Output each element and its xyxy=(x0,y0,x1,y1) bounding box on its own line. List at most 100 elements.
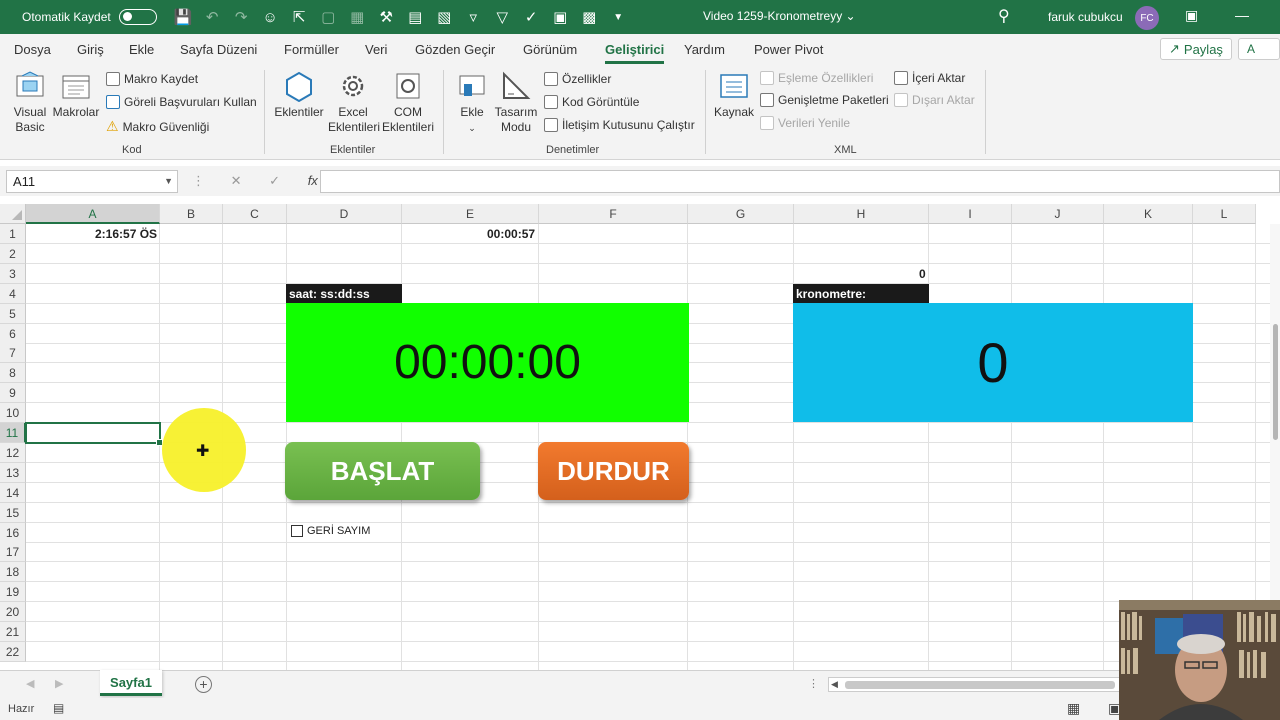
horizontal-scrollbar[interactable]: ◀ xyxy=(828,677,1120,692)
disari-aktar-button[interactable]: Dışarı Aktar xyxy=(894,93,975,107)
stop-button[interactable]: DURDUR xyxy=(538,442,689,500)
row-header-19[interactable]: 19 xyxy=(0,582,26,603)
format-painter-icon[interactable]: ✓ xyxy=(519,6,544,28)
row-header-21[interactable]: 21 xyxy=(0,622,26,642)
enter-icon[interactable]: ✓ xyxy=(269,173,280,188)
tab-gorunum[interactable]: Görünüm xyxy=(523,42,577,57)
worksheet-grid[interactable]: ABCDEFGHIJKL 1 2 3 4 5 6 7 8 9 10 11 12 13 14 15 16 17 18… xyxy=(0,204,1280,670)
column-header-k[interactable]: K xyxy=(1104,204,1193,224)
verileri-yenile-button[interactable]: Verileri Yenile xyxy=(760,116,850,130)
formula-input[interactable] xyxy=(320,170,1280,193)
row-header-1[interactable]: 1 xyxy=(0,224,26,244)
cell-a1[interactable]: 2:16:57 ÖS xyxy=(95,227,157,241)
function-icon[interactable]: fx xyxy=(308,173,318,188)
row-header-10[interactable]: 10 xyxy=(0,403,26,424)
filter-icon[interactable]: ▿ xyxy=(461,6,486,28)
share-button[interactable]: ↗ Paylaş xyxy=(1160,38,1232,60)
countdown-checkbox[interactable]: GERİ SAYIM xyxy=(291,525,370,537)
accessibility-icon[interactable]: ▤ xyxy=(53,701,64,715)
tasarim-modu-button[interactable]: Tasarım Modu xyxy=(494,70,538,135)
column-header-b[interactable]: B xyxy=(160,204,223,224)
row-header-8[interactable]: 8 xyxy=(0,363,26,384)
excel-eklentileri-button[interactable]: Excel Eklentileri xyxy=(328,70,380,135)
chevron-down-icon[interactable]: ▼ xyxy=(164,171,173,192)
picture-icon[interactable]: ▣ xyxy=(548,6,573,28)
clock-display[interactable]: 00:00:00 xyxy=(286,303,689,422)
row-header-14[interactable]: 14 xyxy=(0,482,26,503)
column-header-e[interactable]: E xyxy=(402,204,539,224)
customize-qat-icon[interactable]: ▼ xyxy=(606,6,631,28)
stopwatch-display[interactable]: 0 xyxy=(793,303,1193,422)
org-chart-icon[interactable]: ⚒ xyxy=(374,6,399,28)
add-sheet-icon[interactable]: + xyxy=(195,676,212,693)
comments-button[interactable]: A xyxy=(1238,38,1280,60)
row-header-20[interactable]: 20 xyxy=(0,602,26,623)
undo-icon[interactable]: ↶ xyxy=(200,6,225,28)
cancel-icon[interactable]: ✕ xyxy=(231,173,242,188)
iceri-aktar-button[interactable]: İçeri Aktar xyxy=(894,71,965,85)
row-header-3[interactable]: 3 xyxy=(0,263,26,284)
esleme-ozellikleri-button[interactable]: Eşleme Özellikleri xyxy=(760,71,873,85)
column-header-c[interactable]: C xyxy=(223,204,287,224)
add-sheet-icon[interactable]: ▤ xyxy=(403,6,428,28)
sheet-tab-sayfa1[interactable]: Sayfa1 xyxy=(100,670,162,696)
name-box[interactable]: A11 ▼ xyxy=(6,170,178,193)
select-objects-icon[interactable]: ⇱ xyxy=(287,6,312,28)
advanced-filter-icon[interactable]: ▽ xyxy=(490,6,515,28)
tab-dosya[interactable]: Dosya xyxy=(14,42,51,57)
genisletme-paketleri-button[interactable]: Genişletme Paketleri xyxy=(760,93,889,107)
makro-guvenligi-button[interactable]: ⚠ Makro Güvenliği xyxy=(106,118,209,135)
horizontal-scroll-thumb[interactable] xyxy=(845,681,1115,689)
kaynak-button[interactable]: Kaynak xyxy=(713,70,755,120)
active-cell-a11[interactable] xyxy=(25,422,163,446)
column-header-h[interactable]: H xyxy=(794,204,929,224)
more-options-icon[interactable]: ⋮ xyxy=(808,677,819,690)
column-header-f[interactable]: F xyxy=(539,204,688,224)
row-header-15[interactable]: 15 xyxy=(0,502,26,523)
cell-h3[interactable]: 0 xyxy=(919,267,926,281)
tab-gozden-gecir[interactable]: Gözden Geçir xyxy=(415,42,495,57)
row-header-4[interactable]: 4 xyxy=(0,283,26,304)
row-header-9[interactable]: 9 xyxy=(0,383,26,404)
tab-sayfa-duzeni[interactable]: Sayfa Düzeni xyxy=(180,42,257,57)
row-header-13[interactable]: 13 xyxy=(0,462,26,483)
start-button[interactable]: BAŞLAT xyxy=(285,442,480,500)
iletisim-kutusu-button[interactable]: İletişim Kutusunu Çalıştır xyxy=(544,118,695,132)
autosave-toggle[interactable] xyxy=(118,9,157,25)
shapes-icon[interactable]: ▢ xyxy=(316,6,341,28)
save-icon[interactable]: 💾 xyxy=(171,6,196,28)
column-header-i[interactable]: I xyxy=(929,204,1012,224)
clipboard-icon[interactable]: ▧ xyxy=(432,6,457,28)
column-header-l[interactable]: L xyxy=(1193,204,1256,224)
row-header-16[interactable]: 16 xyxy=(0,522,26,543)
calculator-icon[interactable]: ▩ xyxy=(577,6,602,28)
cell-e1[interactable]: 00:00:57 xyxy=(487,227,535,241)
tab-yardim[interactable]: Yardım xyxy=(684,42,725,57)
redo-icon[interactable]: ↷ xyxy=(229,6,254,28)
goreli-basvurular-button[interactable]: Göreli Başvuruları Kullan xyxy=(106,95,257,109)
tab-giris[interactable]: Giriş xyxy=(77,42,104,57)
scroll-left-icon[interactable]: ◀ xyxy=(831,679,838,690)
column-header-a[interactable]: A xyxy=(26,204,160,224)
user-name[interactable]: faruk cubukcu xyxy=(1048,10,1123,24)
ozellikler-button[interactable]: Özellikler xyxy=(544,72,611,86)
row-header-6[interactable]: 6 xyxy=(0,323,26,344)
row-header-17[interactable]: 17 xyxy=(0,542,26,563)
prev-sheet-icon[interactable]: ◀ xyxy=(26,677,34,690)
checkbox-box[interactable] xyxy=(291,525,303,537)
normal-view-icon[interactable]: ▦ xyxy=(1067,700,1080,717)
makrolar-button[interactable]: Makrolar xyxy=(52,70,100,120)
minimize-icon[interactable]: — xyxy=(1235,7,1249,23)
tab-ekle[interactable]: Ekle xyxy=(129,42,154,57)
com-eklentileri-button[interactable]: COM Eklentileri xyxy=(382,70,434,135)
column-header-g[interactable]: G xyxy=(688,204,794,224)
row-header-18[interactable]: 18 xyxy=(0,562,26,583)
eklentiler-button[interactable]: Eklentiler xyxy=(272,70,326,120)
row-header-11[interactable]: 11 xyxy=(0,423,26,443)
autosave[interactable]: Otomatik Kaydet xyxy=(22,9,157,25)
row-header-7[interactable]: 7 xyxy=(0,343,26,364)
tab-power-pivot[interactable]: Power Pivot xyxy=(754,42,823,57)
group-icon[interactable]: ▦ xyxy=(345,6,370,28)
ekle-control-button[interactable]: Ekle ⌄ xyxy=(455,70,489,136)
vertical-scroll-thumb[interactable] xyxy=(1273,324,1278,440)
